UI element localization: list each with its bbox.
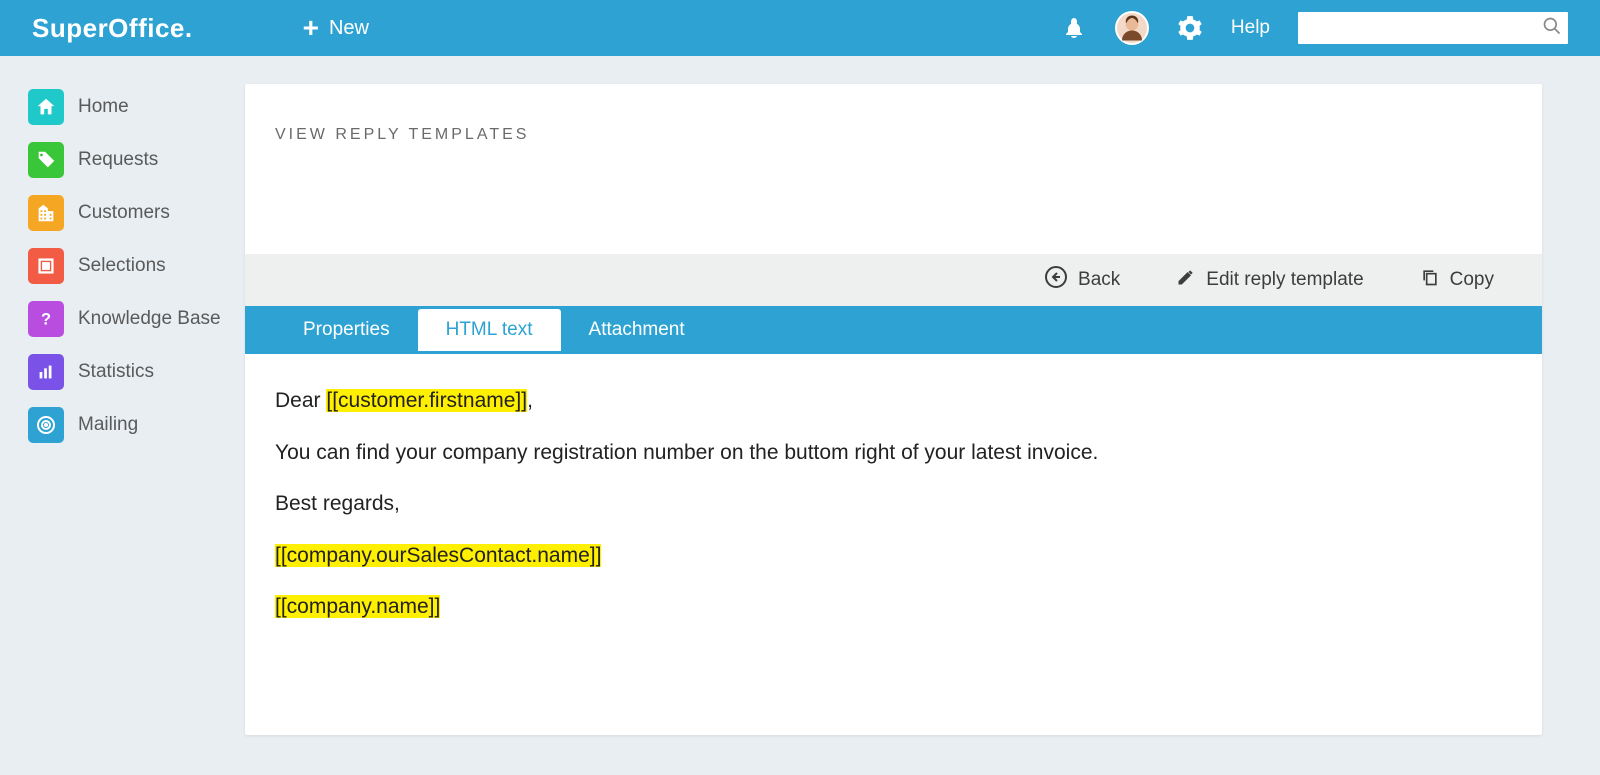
top-bar: SuperOffice. + New Help bbox=[0, 0, 1600, 56]
sidebar-item-label: Selections bbox=[78, 255, 166, 277]
sidebar: Home Requests Customers Selections ? Kno… bbox=[0, 56, 245, 775]
search-icon[interactable] bbox=[1542, 16, 1562, 41]
template-line-2: You can find your company registration n… bbox=[275, 436, 1512, 470]
template-line-3: Best regards, bbox=[275, 487, 1512, 521]
tab-attachment[interactable]: Attachment bbox=[561, 309, 713, 351]
sidebar-item-statistics[interactable]: Statistics bbox=[28, 345, 245, 398]
home-icon bbox=[28, 89, 64, 125]
tab-properties[interactable]: Properties bbox=[275, 309, 418, 351]
template-var-company-name: [[company.name]] bbox=[275, 595, 440, 618]
copy-icon bbox=[1420, 267, 1440, 293]
edit-button[interactable]: Edit reply template bbox=[1176, 267, 1363, 293]
sidebar-item-label: Customers bbox=[78, 202, 170, 224]
new-button[interactable]: + New bbox=[303, 12, 369, 44]
logo: SuperOffice. bbox=[32, 13, 193, 44]
logo-dot: . bbox=[185, 13, 193, 44]
main-card: VIEW REPLY TEMPLATES Back Edit reply tem… bbox=[245, 84, 1542, 735]
target-icon bbox=[28, 407, 64, 443]
question-icon: ? bbox=[28, 301, 64, 337]
template-line-5: [[company.name]] bbox=[275, 590, 1512, 624]
template-var-sales-contact: [[company.ourSalesContact.name]] bbox=[275, 544, 601, 567]
plus-icon: + bbox=[303, 12, 319, 44]
search-box[interactable] bbox=[1298, 12, 1568, 44]
sidebar-item-selections[interactable]: Selections bbox=[28, 239, 245, 292]
avatar[interactable] bbox=[1115, 11, 1149, 45]
help-link[interactable]: Help bbox=[1231, 17, 1270, 39]
building-icon bbox=[28, 195, 64, 231]
template-line-4: [[company.ourSalesContact.name]] bbox=[275, 539, 1512, 573]
search-input[interactable] bbox=[1304, 20, 1542, 37]
sidebar-item-label: Knowledge Base bbox=[78, 308, 221, 330]
tag-icon bbox=[28, 142, 64, 178]
sidebar-item-mailing[interactable]: Mailing bbox=[28, 398, 245, 451]
page-title: VIEW REPLY TEMPLATES bbox=[275, 126, 1542, 144]
selection-icon bbox=[28, 248, 64, 284]
tabs: Properties HTML text Attachment bbox=[245, 306, 1542, 354]
sidebar-item-label: Mailing bbox=[78, 414, 138, 436]
sidebar-item-home[interactable]: Home bbox=[28, 80, 245, 133]
copy-button[interactable]: Copy bbox=[1420, 267, 1494, 293]
back-icon bbox=[1044, 265, 1068, 295]
sidebar-item-customers[interactable]: Customers bbox=[28, 186, 245, 239]
pencil-icon bbox=[1176, 267, 1196, 293]
bell-icon[interactable] bbox=[1061, 15, 1087, 41]
logo-text: SuperOffice bbox=[32, 13, 185, 44]
tab-html-text[interactable]: HTML text bbox=[418, 309, 561, 351]
new-label: New bbox=[329, 17, 369, 40]
sidebar-item-label: Home bbox=[78, 96, 129, 118]
sidebar-item-knowledge-base[interactable]: ? Knowledge Base bbox=[28, 292, 245, 345]
gear-icon[interactable] bbox=[1177, 15, 1203, 41]
sidebar-item-label: Statistics bbox=[78, 361, 154, 383]
sidebar-item-label: Requests bbox=[78, 149, 158, 171]
chart-icon bbox=[28, 354, 64, 390]
svg-text:?: ? bbox=[41, 310, 51, 328]
back-button[interactable]: Back bbox=[1044, 265, 1120, 295]
action-bar: Back Edit reply template Copy bbox=[245, 254, 1542, 306]
template-line-1: Dear [[customer.firstname]], bbox=[275, 384, 1512, 418]
sidebar-item-requests[interactable]: Requests bbox=[28, 133, 245, 186]
template-var-customer-firstname: [[customer.firstname]] bbox=[326, 389, 527, 412]
template-content[interactable]: Dear [[customer.firstname]], You can fin… bbox=[245, 354, 1542, 735]
topbar-right: Help bbox=[1061, 11, 1568, 45]
